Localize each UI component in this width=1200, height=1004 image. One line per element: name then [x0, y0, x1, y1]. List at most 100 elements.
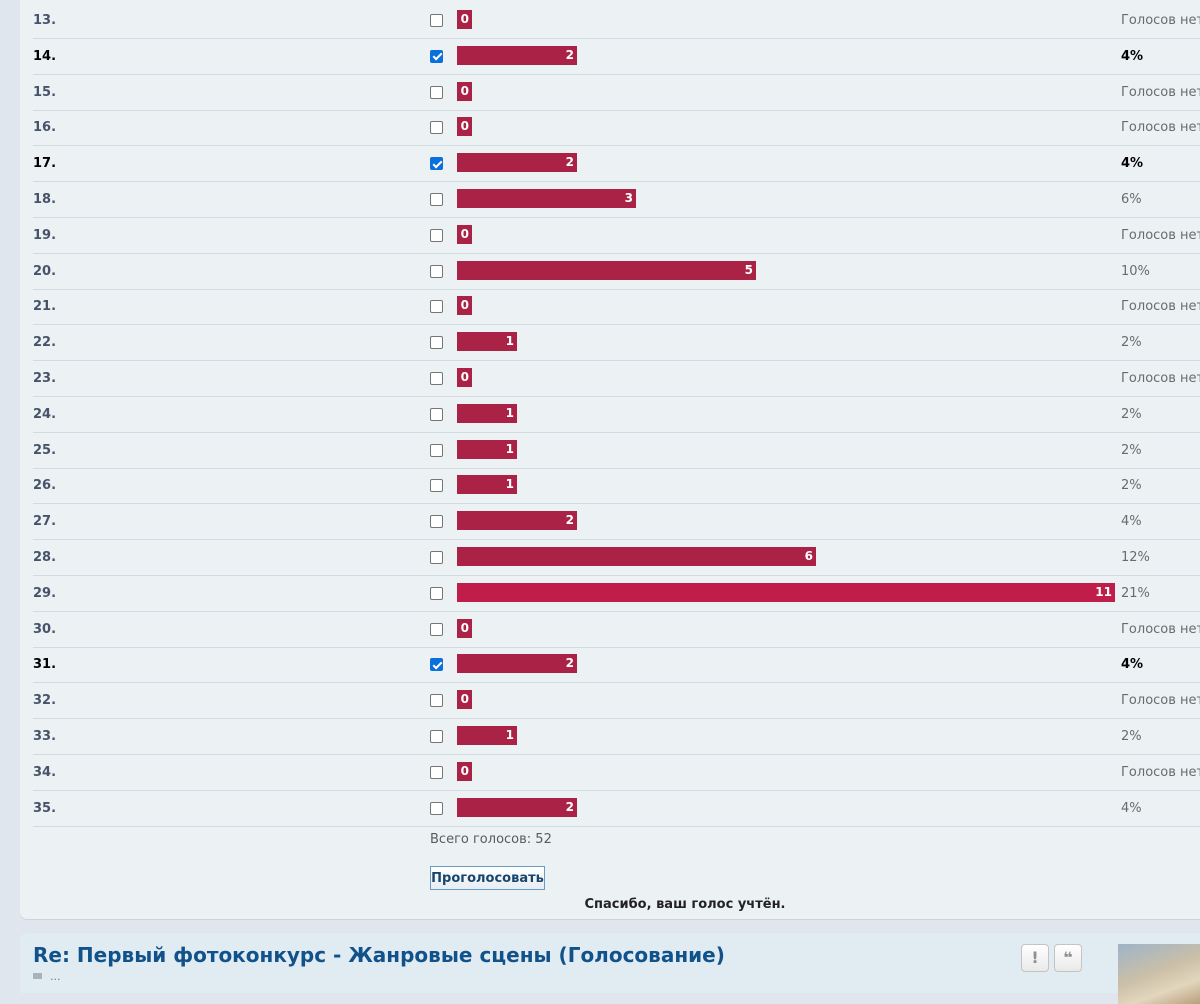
vote-bar: 1: [457, 475, 517, 495]
poll-option-row: 16. 0 Голосов нет: [33, 110, 1200, 147]
option-checkbox[interactable]: [430, 49, 443, 63]
post-icon: [33, 973, 42, 979]
vote-percent: Голосов нет: [1121, 371, 1200, 386]
vote-bar: 1: [457, 403, 517, 423]
poll-option-row: 35. 2 4%: [33, 791, 1200, 827]
option-number: 14.: [33, 48, 57, 64]
option-checkbox[interactable]: [430, 336, 443, 350]
avatar[interactable]: [1118, 944, 1200, 1004]
option-number: 28.: [33, 550, 57, 565]
option-checkbox[interactable]: [430, 479, 443, 493]
poll-option-row: 25. 1 2%: [33, 433, 1200, 469]
option-checkbox[interactable]: [430, 622, 443, 636]
poll-option-row: 14. 2 4%: [33, 39, 1200, 75]
poll-option-row: 23. 0 Голосов нет: [33, 361, 1200, 397]
post-title[interactable]: Re: Первый фотоконкурс - Жанровые сцены …: [33, 943, 725, 967]
option-number: 16.: [33, 120, 57, 136]
option-number: 20.: [33, 263, 57, 279]
option-number: 17.: [33, 156, 57, 172]
quote-icon[interactable]: ❝: [1054, 944, 1082, 972]
option-number: 19.: [33, 227, 57, 243]
vote-bar: 0: [457, 81, 472, 101]
poll-option-row: 31. 2 4%: [33, 647, 1200, 684]
vote-bar: 2: [457, 511, 577, 531]
option-number: 33.: [33, 729, 57, 744]
poll-option-row: 15. 0 Голосов нет: [33, 75, 1200, 111]
option-checkbox[interactable]: [430, 193, 443, 206]
option-number: 34.: [33, 764, 57, 780]
option-checkbox[interactable]: [430, 658, 443, 672]
vote-percent: 12%: [1121, 550, 1150, 565]
vote-bar: 2: [457, 654, 577, 674]
option-number: 27.: [33, 514, 57, 530]
vote-bar: 0: [457, 618, 472, 638]
vote-button[interactable]: Проголосовать: [430, 866, 545, 890]
vote-bar: 5: [457, 260, 756, 280]
vote-bar: 0: [457, 368, 472, 387]
vote-bar: 1: [457, 726, 517, 745]
option-number: 29.: [33, 585, 57, 601]
option-checkbox[interactable]: [430, 300, 443, 314]
option-number: 18.: [33, 192, 57, 207]
option-checkbox[interactable]: [430, 551, 443, 564]
option-number: 26.: [33, 478, 57, 494]
poll-option-row: 30. 0 Голосов нет: [33, 612, 1200, 648]
poll-option-row: 18. 3 6%: [33, 182, 1200, 218]
option-number: 35.: [33, 800, 57, 816]
report-icon[interactable]: !: [1021, 944, 1049, 972]
poll-option-row: 29. 11 21%: [33, 576, 1200, 612]
vote-bar: 3: [457, 189, 636, 208]
vote-bar: 6: [457, 547, 816, 566]
vote-percent: 10%: [1121, 263, 1150, 279]
vote-confirmation: Спасибо, ваш голос учтён.: [584, 897, 786, 912]
option-number: 13.: [33, 13, 57, 28]
post-panel: Re: Первый фотоконкурс - Жанровые сцены …: [20, 933, 1200, 1004]
option-checkbox[interactable]: [430, 801, 443, 815]
poll-option-row: 28. 6 12%: [33, 540, 1200, 576]
vote-percent: 2%: [1121, 478, 1142, 494]
option-checkbox[interactable]: [430, 586, 443, 600]
poll-option-row: 34. 0 Голосов нет: [33, 755, 1200, 791]
poll-option-row: 13. 0 Голосов нет: [33, 3, 1200, 39]
vote-percent: 2%: [1121, 335, 1142, 351]
vote-percent: 21%: [1121, 585, 1150, 601]
option-checkbox[interactable]: [430, 730, 443, 743]
vote-bar: 0: [457, 690, 472, 710]
vote-percent: Голосов нет: [1121, 299, 1200, 315]
poll-option-row: 24. 1 2%: [33, 397, 1200, 433]
option-checkbox[interactable]: [430, 515, 443, 529]
option-checkbox[interactable]: [430, 121, 443, 135]
vote-bar: 2: [457, 153, 577, 173]
vote-bar: 11: [457, 582, 1115, 602]
option-checkbox[interactable]: [430, 407, 443, 421]
option-checkbox[interactable]: [430, 228, 443, 242]
vote-bar: 1: [457, 332, 517, 352]
vote-percent: Голосов нет: [1121, 13, 1200, 28]
vote-percent: Голосов нет: [1121, 764, 1200, 780]
option-number: 22.: [33, 335, 57, 351]
option-checkbox[interactable]: [430, 765, 443, 779]
vote-percent: 4%: [1121, 514, 1142, 530]
vote-bar: 0: [457, 761, 472, 781]
vote-bar: 2: [457, 797, 577, 817]
vote-bar: 0: [457, 296, 472, 316]
vote-percent: 4%: [1121, 800, 1142, 816]
vote-percent: 4%: [1121, 156, 1144, 172]
option-checkbox[interactable]: [430, 443, 443, 457]
poll-option-row: 26. 1 2%: [33, 468, 1200, 505]
option-number: 31.: [33, 657, 57, 673]
poll-option-row: 21. 0 Голосов нет: [33, 289, 1200, 326]
poll-option-row: 33. 1 2%: [33, 719, 1200, 755]
vote-bar: 1: [457, 439, 517, 459]
option-checkbox[interactable]: [430, 85, 443, 99]
vote-bar: 2: [457, 45, 577, 65]
option-number: 25.: [33, 442, 57, 458]
option-checkbox[interactable]: [430, 694, 443, 708]
vote-percent: 2%: [1121, 442, 1142, 458]
option-checkbox[interactable]: [430, 157, 443, 171]
option-checkbox[interactable]: [430, 372, 443, 385]
option-checkbox[interactable]: [430, 264, 443, 278]
option-checkbox[interactable]: [430, 14, 443, 27]
option-number: 24.: [33, 406, 57, 422]
vote-percent: 6%: [1121, 192, 1142, 207]
